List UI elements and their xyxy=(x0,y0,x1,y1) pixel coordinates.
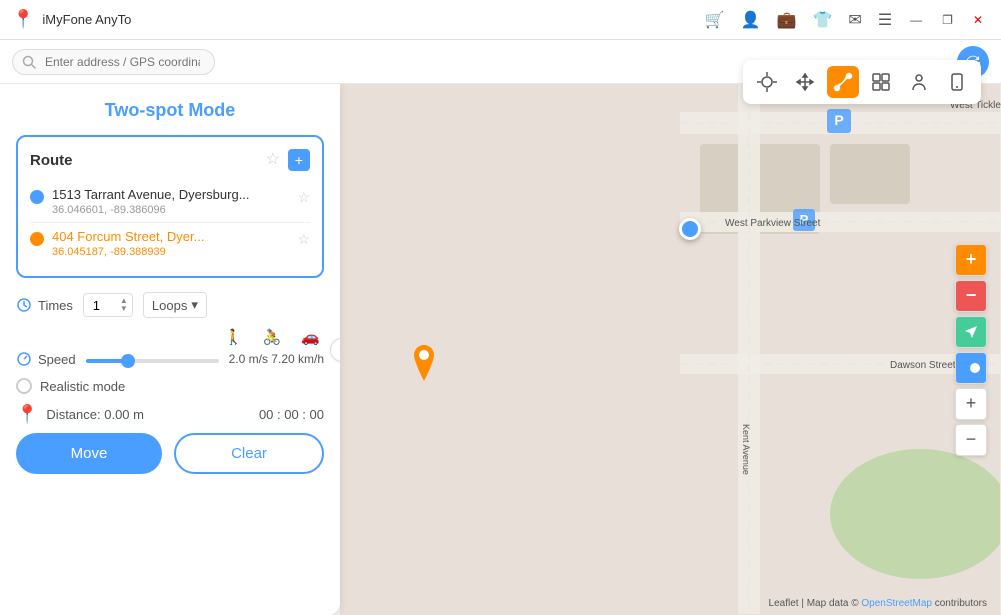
credits-text: Leaflet | Map data © xyxy=(769,598,862,609)
briefcase-icon[interactable]: 💼 xyxy=(773,8,801,32)
map-background: DaVita P P ⛽ xyxy=(340,84,1001,615)
times-input[interactable] xyxy=(90,298,118,313)
waypoint-2-info[interactable]: 404 Forcum Street, Dyer... 36.045187, -8… xyxy=(52,229,289,258)
walk-icon: 🚶 xyxy=(224,328,243,346)
waypoint-2: 404 Forcum Street, Dyer... 36.045187, -8… xyxy=(30,223,310,264)
credits-contributors: contributors xyxy=(935,598,987,609)
waypoint-orange-dot xyxy=(30,232,44,246)
marker-end xyxy=(410,345,438,386)
action-row: Move Clear xyxy=(16,433,324,474)
navigate-icon xyxy=(963,324,979,340)
waypoint-2-coords: 36.045187, -89.388939 xyxy=(52,246,289,258)
route-label: Route xyxy=(30,152,73,169)
waypoint-2-star[interactable]: ☆ xyxy=(297,231,310,248)
realistic-mode-row[interactable]: Realistic mode xyxy=(16,378,324,394)
time-display: 00 : 00 : 00 xyxy=(259,407,324,422)
times-label: Times xyxy=(38,298,73,313)
speed-section: 🚶 🚴 🚗 Speed 2.0 m/s 7.20 km/h xyxy=(16,328,324,368)
map-credits: Leaflet | Map data © OpenStreetMap contr… xyxy=(769,598,987,609)
waypoint-blue-dot xyxy=(30,190,44,204)
speed-row: Speed 2.0 m/s 7.20 km/h xyxy=(16,350,324,368)
route-icon[interactable] xyxy=(827,66,859,98)
distance-text: Distance: 0.00 m xyxy=(46,407,251,422)
app-title: iMyFone AnyTo xyxy=(42,12,131,27)
add-waypoint-button[interactable]: + xyxy=(288,149,310,171)
user-icon[interactable]: 👤 xyxy=(737,8,765,32)
realistic-radio[interactable] xyxy=(16,378,32,394)
times-row: Times ▲ ▼ Loops ▾ xyxy=(16,292,324,318)
marker-start xyxy=(679,218,701,240)
cart-icon[interactable]: 🛒 xyxy=(701,8,729,32)
remove-point-button[interactable]: − xyxy=(955,280,987,312)
speed-icons: 🚶 🚴 🚗 xyxy=(16,328,324,346)
close-button[interactable]: ✕ xyxy=(967,11,989,29)
clock-icon xyxy=(16,297,32,313)
car-icon: 🚗 xyxy=(301,328,320,346)
restore-button[interactable]: ❐ xyxy=(936,11,959,29)
mode-title: Two-spot Mode xyxy=(16,100,324,121)
loop-chevron-icon: ▾ xyxy=(191,297,198,313)
speed-circle-icon xyxy=(16,351,32,367)
waypoint-1-star[interactable]: ☆ xyxy=(297,189,310,206)
speed-label: Speed xyxy=(38,352,76,367)
route-star-icon[interactable]: ☆ xyxy=(266,149,280,171)
map-area: DaVita P P ⛽ West Tickle Street West Par… xyxy=(340,84,1001,615)
move-icon[interactable] xyxy=(789,66,821,98)
distance-pin-icon: 📍 xyxy=(16,404,38,425)
route-header: Route ☆ + xyxy=(30,149,310,171)
waypoint-2-name: 404 Forcum Street, Dyer... xyxy=(52,229,289,244)
toggle-icon xyxy=(960,361,982,375)
map-float-controls: + − + − xyxy=(955,244,987,456)
waypoint-1-coords: 36.046601, -89.386096 xyxy=(52,204,289,216)
crosshair-icon[interactable] xyxy=(751,66,783,98)
waypoint-1-info[interactable]: 1513 Tarrant Avenue, Dyersburg... 36.046… xyxy=(52,187,289,216)
clear-button[interactable]: Clear xyxy=(174,433,324,474)
device-icon[interactable] xyxy=(941,66,973,98)
waypoint-1-name: 1513 Tarrant Avenue, Dyersburg... xyxy=(52,187,289,202)
search-input[interactable] xyxy=(12,49,215,75)
times-input-wrap: ▲ ▼ xyxy=(83,293,133,317)
route-icons: ☆ + xyxy=(266,149,310,171)
title-left: 📍 iMyFone AnyTo xyxy=(12,9,131,30)
svg-text:P: P xyxy=(800,212,809,227)
menu-icon[interactable]: ☰ xyxy=(874,8,896,32)
distance-row: 📍 Distance: 0.00 m 00 : 00 : 00 xyxy=(16,404,324,425)
times-label-wrap: Times xyxy=(16,297,73,313)
speed-label-wrap: Speed xyxy=(16,351,76,367)
minimize-button[interactable]: — xyxy=(904,11,928,29)
add-point-button[interactable]: + xyxy=(955,244,987,276)
openstreetmap-link[interactable]: OpenStreetMap xyxy=(861,598,932,609)
grid-icon[interactable] xyxy=(865,66,897,98)
title-bar: 📍 iMyFone AnyTo 🛒 👤 💼 👕 ✉ ☰ — ❐ ✕ xyxy=(0,0,1001,40)
move-button[interactable]: Move xyxy=(16,433,162,474)
speed-slider[interactable] xyxy=(86,359,219,363)
toggle-button[interactable] xyxy=(955,352,987,384)
search-icon xyxy=(22,55,36,69)
loop-label: Loops xyxy=(152,298,187,313)
title-right: 🛒 👤 💼 👕 ✉ ☰ — ❐ ✕ xyxy=(701,8,989,32)
control-panel: Two-spot Mode Route ☆ + 1513 Tarrant Ave… xyxy=(0,84,340,615)
route-box: Route ☆ + 1513 Tarrant Avenue, Dyersburg… xyxy=(16,135,324,278)
navigate-button[interactable] xyxy=(955,316,987,348)
map-toolbar xyxy=(743,60,981,104)
app-icon: 📍 xyxy=(12,9,34,30)
zoom-out-button[interactable]: − xyxy=(955,424,987,456)
person-icon[interactable] xyxy=(903,66,935,98)
times-down[interactable]: ▼ xyxy=(120,305,128,313)
main-content: Two-spot Mode Route ☆ + 1513 Tarrant Ave… xyxy=(0,84,1001,615)
zoom-in-button[interactable]: + xyxy=(955,388,987,420)
mail-icon[interactable]: ✉ xyxy=(844,8,865,32)
times-spinners: ▲ ▼ xyxy=(120,297,128,313)
speed-slider-wrap xyxy=(86,350,219,368)
shirt-icon[interactable]: 👕 xyxy=(809,8,837,32)
loop-select[interactable]: Loops ▾ xyxy=(143,292,207,318)
svg-text:P: P xyxy=(834,112,843,128)
realistic-label: Realistic mode xyxy=(40,379,125,394)
bike-icon: 🚴 xyxy=(263,328,282,346)
waypoint-1: 1513 Tarrant Avenue, Dyersburg... 36.046… xyxy=(30,181,310,223)
speed-value: 2.0 m/s 7.20 km/h xyxy=(229,352,324,366)
collapse-panel-button[interactable]: ‹ xyxy=(330,338,340,362)
